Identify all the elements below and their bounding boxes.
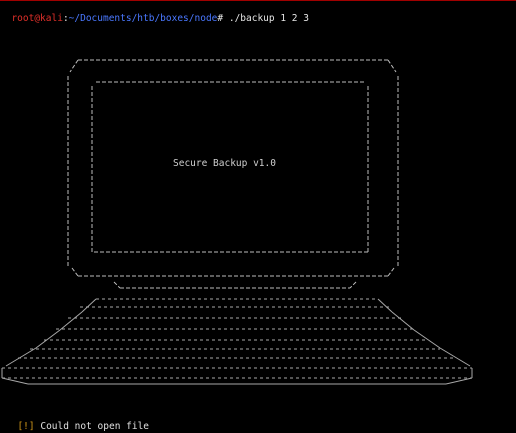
screen-title: Secure Backup v1.0 [173,158,276,169]
status-message: Could not open file [34,421,150,432]
status-line: [!] Could not open file [6,409,149,433]
ascii-laptop-art: Secure Backup v1.0 [0,0,516,429]
laptop-drawing [1,59,473,385]
warning-marker: [!] [17,421,35,432]
